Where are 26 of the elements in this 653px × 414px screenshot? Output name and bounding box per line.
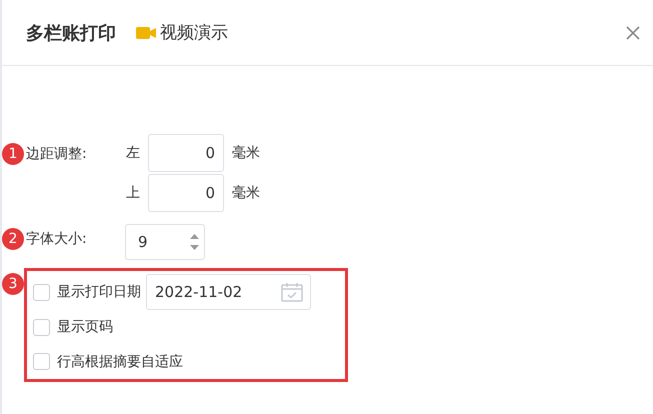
number-input[interactable]: 0 [148, 134, 224, 172]
date-field[interactable]: 2022-11-02 [146, 274, 311, 310]
option-label: 行高根据摘要自适应 [57, 352, 183, 371]
number-input[interactable]: 0 [148, 174, 224, 212]
field-label: 字体大小: [26, 230, 88, 248]
dialog-title: 多栏账打印 [26, 22, 116, 44]
checkbox[interactable] [33, 353, 50, 370]
checkbox[interactable] [33, 318, 50, 336]
up-arrow-icon [190, 234, 199, 239]
option-label: 显示打印日期 [57, 283, 141, 302]
video-link[interactable]: 视频演示 [136, 21, 228, 44]
step-badge: 2 [2, 228, 24, 250]
down-arrow-icon [190, 245, 199, 250]
video-camera-icon [136, 26, 156, 40]
step-badge: 1 [2, 143, 24, 165]
option-label: 显示页码 [57, 318, 113, 336]
side-label: 上 [126, 184, 141, 202]
field-label: 边距调整: [26, 145, 88, 163]
side-label: 左 [126, 144, 141, 162]
checkbox[interactable] [33, 284, 50, 301]
close-button[interactable] [625, 24, 641, 40]
unit-label: 毫米 [232, 184, 260, 202]
number-spinner[interactable]: 9 [125, 224, 205, 260]
unit-label: 毫米 [232, 144, 260, 162]
step-badge: 3 [2, 273, 24, 295]
calendar-icon[interactable] [281, 282, 303, 302]
